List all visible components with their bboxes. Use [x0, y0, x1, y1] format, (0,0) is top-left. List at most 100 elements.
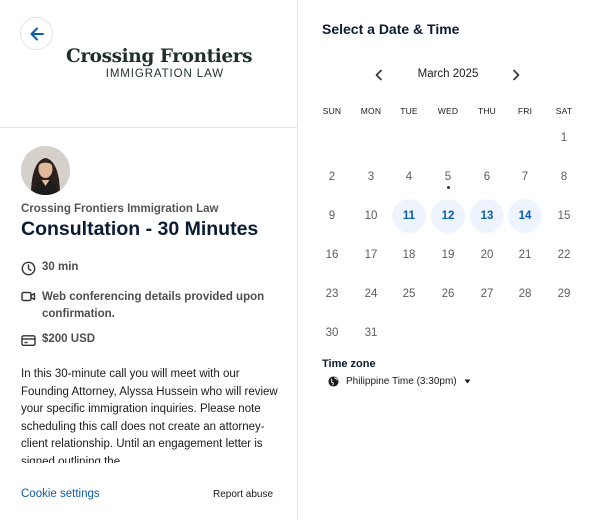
day-number: 28 — [518, 288, 532, 300]
day-24: 24 — [354, 277, 388, 311]
day-28: 28 — [508, 277, 542, 311]
credit-card-icon — [21, 333, 36, 348]
event-details-panel: Crossing Frontiers IMMIGRATION LAW Cross… — [0, 0, 298, 520]
chevron-right-icon — [513, 69, 520, 81]
price-text: $200 USD — [42, 333, 96, 345]
timezone-label: Time zone — [322, 358, 376, 370]
day-20: 20 — [470, 238, 504, 272]
day-number: 22 — [557, 249, 571, 261]
clock-icon — [21, 261, 36, 276]
day-number: 11 — [402, 210, 416, 222]
globe-icon — [328, 376, 339, 387]
logo-tagline: IMMIGRATION LAW — [105, 68, 224, 80]
day-15: 15 — [547, 199, 581, 233]
day-number: 25 — [402, 288, 416, 300]
video-camera-icon — [21, 289, 36, 304]
next-month-button[interactable] — [507, 66, 525, 84]
cookie-settings-link[interactable]: Cookie settings — [21, 488, 100, 500]
location-text: Web conferencing details provided upon c… — [42, 291, 265, 320]
day-29: 29 — [547, 277, 581, 311]
day-25: 25 — [392, 277, 426, 311]
available-day-11[interactable]: 11 — [392, 199, 426, 233]
day-4: 4 — [392, 160, 426, 194]
day-number: 2 — [328, 171, 336, 183]
day-10: 10 — [354, 199, 388, 233]
timezone-select[interactable]: Philippine Time (3:30pm) — [328, 376, 471, 387]
weekday-tue: TUE — [400, 106, 418, 116]
day-number: 12 — [441, 210, 455, 222]
day-number: 8 — [560, 171, 568, 183]
day-30: 30 — [315, 316, 349, 350]
available-day-13[interactable]: 13 — [470, 199, 504, 233]
day-number: 19 — [441, 249, 455, 261]
day-number: 31 — [364, 327, 378, 339]
day-31: 31 — [354, 316, 388, 350]
day-number: 3 — [367, 171, 375, 183]
weekday-sat: SAT — [555, 106, 573, 116]
organizer-name: Crossing Frontiers Immigration Law — [21, 203, 219, 215]
day-17: 17 — [354, 238, 388, 272]
day-19: 19 — [431, 238, 465, 272]
event-title: Consultation - 30 Minutes — [21, 218, 259, 240]
caret-down-icon — [464, 379, 471, 384]
weekday-fri: FRI — [517, 106, 533, 116]
day-number: 20 — [480, 249, 494, 261]
day-number: 17 — [364, 249, 378, 261]
day-number: 10 — [364, 210, 378, 222]
day-6: 6 — [470, 160, 504, 194]
day-2: 2 — [315, 160, 349, 194]
today-indicator — [446, 186, 450, 189]
day-number: 16 — [325, 249, 339, 261]
back-button[interactable] — [20, 17, 53, 50]
day-number: 24 — [364, 288, 378, 300]
day-9: 9 — [315, 199, 349, 233]
day-number: 7 — [521, 171, 529, 183]
arrow-left-icon — [30, 27, 44, 40]
duration-text: 30 min — [42, 261, 79, 273]
day-number: 9 — [328, 210, 336, 222]
calendar-heading: Select a Date & Time — [322, 21, 460, 37]
day-8: 8 — [547, 160, 581, 194]
day-number: 5 — [444, 171, 452, 183]
avatar — [21, 146, 70, 195]
header-divider — [0, 127, 297, 128]
day-number: 4 — [405, 171, 413, 183]
day-18: 18 — [392, 238, 426, 272]
day-number: 15 — [557, 210, 571, 222]
duration-detail: 30 min — [21, 261, 78, 276]
day-22: 22 — [547, 238, 581, 272]
day-number: 13 — [480, 210, 494, 222]
day-26: 26 — [431, 277, 465, 311]
day-number: 14 — [518, 210, 532, 222]
day-16: 16 — [315, 238, 349, 272]
current-month: March 2025 — [417, 68, 479, 80]
weekday-wed: WED — [437, 106, 459, 116]
day-number: 6 — [483, 171, 491, 183]
day-27: 27 — [470, 277, 504, 311]
day-number: 23 — [325, 288, 339, 300]
weekday-mon: MON — [360, 106, 382, 116]
event-description: In this 30-minute call you will meet wit… — [21, 368, 278, 463]
timezone-value: Philippine Time (3:30pm) — [346, 376, 457, 387]
weekday-sun: SUN — [322, 106, 342, 116]
available-day-12[interactable]: 12 — [431, 199, 465, 233]
day-1: 1 — [547, 121, 581, 155]
day-number: 1 — [560, 132, 568, 144]
day-7: 7 — [508, 160, 542, 194]
day-number: 18 — [402, 249, 416, 261]
previous-month-button[interactable] — [370, 66, 388, 84]
day-number: 27 — [480, 288, 494, 300]
day-number: 26 — [441, 288, 455, 300]
weekday-thu: THU — [477, 106, 497, 116]
day-21: 21 — [508, 238, 542, 272]
day-number: 21 — [518, 249, 532, 261]
day-number: 29 — [557, 288, 571, 300]
logo-name: Crossing Frontiers — [66, 46, 253, 67]
day-3: 3 — [354, 160, 388, 194]
month-navigation: March 2025 — [298, 66, 595, 84]
company-logo: Crossing Frontiers IMMIGRATION LAW — [66, 46, 253, 80]
available-day-14[interactable]: 14 — [508, 199, 542, 233]
day-5: 5 — [431, 160, 465, 194]
report-abuse-link[interactable]: Report abuse — [213, 489, 273, 500]
scheduling-panel: Select a Date & Time March 2025 SUN MON TU… — [298, 0, 595, 520]
